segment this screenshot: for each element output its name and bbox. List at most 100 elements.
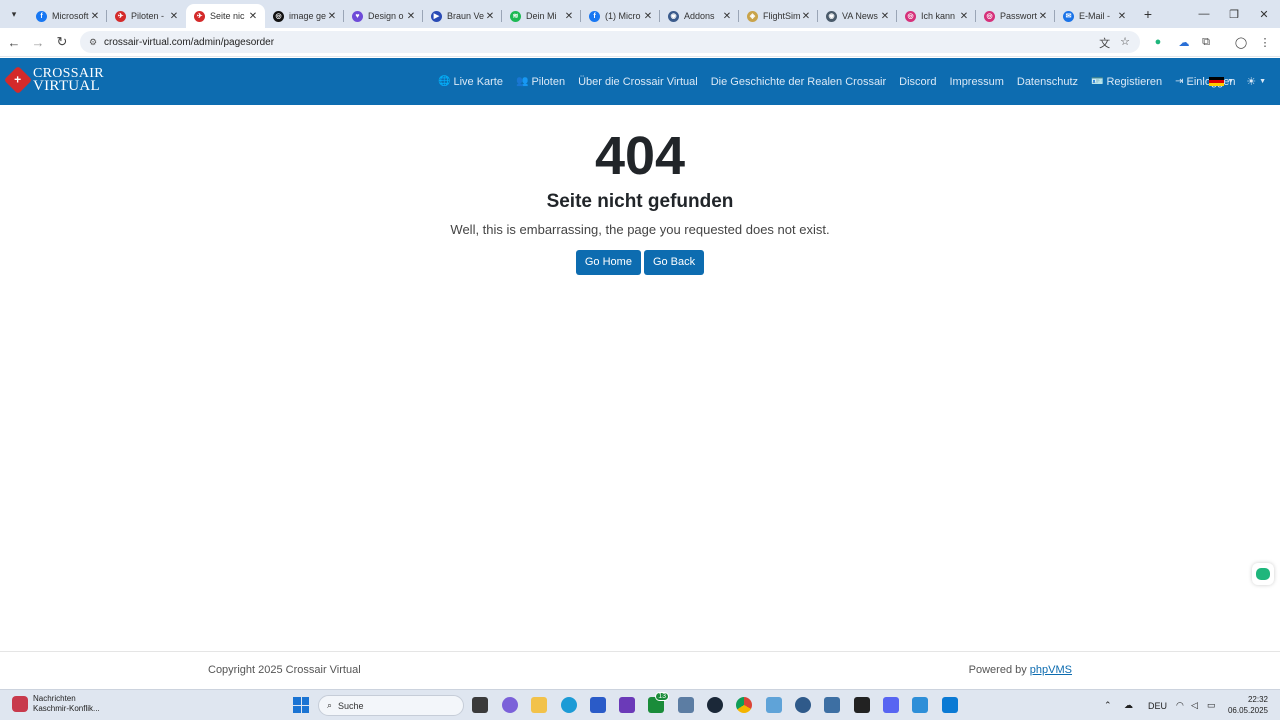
tab-close-icon[interactable]: ✕ (879, 11, 891, 22)
chrome-icon[interactable] (736, 697, 752, 713)
phpvms-link[interactable]: phpVMS (1030, 664, 1072, 676)
profile-icon[interactable]: ◯ (1232, 33, 1250, 51)
app-icon[interactable] (912, 697, 928, 713)
tab-close-icon[interactable]: ✕ (800, 11, 812, 22)
tab-title: E-Mail - (1079, 11, 1110, 21)
browser-tab[interactable]: ◉ Addons ✕ (659, 4, 739, 28)
edge-icon[interactable] (561, 697, 577, 713)
browser-tab[interactable]: ◎ Passwort ✕ (975, 4, 1055, 28)
tab-close-icon[interactable]: ✕ (563, 11, 575, 22)
tab-favicon-icon: ✈ (115, 10, 126, 22)
news-widget[interactable]: Nachrichten Kaschmir-Konflik... (12, 694, 100, 714)
site-info-icon[interactable]: ⚙ (86, 37, 100, 48)
nav-link-geschichte[interactable]: Die Geschichte der Realen Crossair (711, 76, 886, 88)
minimize-icon[interactable]: — (1188, 0, 1220, 28)
store-icon[interactable] (590, 697, 606, 713)
tab-favicon-icon: ✉ (1063, 10, 1074, 22)
file-explorer-icon[interactable] (531, 697, 547, 713)
app-icon[interactable] (619, 697, 635, 713)
window-close-icon[interactable]: ✕ (1248, 0, 1280, 28)
tab-favicon-icon: ≋ (510, 10, 521, 22)
tab-title: FlightSim (763, 11, 800, 21)
browser-tab[interactable]: ◎ Ich kann ✕ (896, 4, 976, 28)
browser-tab[interactable]: ◈ FlightSim ✕ (738, 4, 818, 28)
wifi-icon[interactable]: ◠ (1176, 690, 1184, 720)
tab-close-icon[interactable]: ✕ (89, 11, 101, 22)
language-dropdown[interactable]: ▼ (1209, 76, 1234, 87)
windows-start-icon[interactable] (293, 697, 309, 713)
tab-close-icon[interactable]: ✕ (1116, 11, 1128, 22)
sun-icon: ☀ (1246, 76, 1257, 88)
nav-link-piloten[interactable]: 👥 Piloten (516, 76, 565, 88)
back-arrow-icon[interactable]: ← (2, 30, 26, 54)
taskbar-clock[interactable]: 22:32 06.05.2025 (1228, 694, 1268, 716)
nav-link-label: Datenschutz (1016, 75, 1079, 88)
tab-search-chevron-icon[interactable]: ▾ (6, 6, 22, 22)
address-bar[interactable]: ⚙ crossair-virtual.com/admin/pagesorder … (80, 31, 1140, 53)
tab-close-icon[interactable]: ✕ (405, 11, 417, 22)
tab-close-icon[interactable]: ✕ (958, 11, 970, 22)
nav-link-impressum[interactable]: Impressum (949, 76, 1003, 88)
extension-cloud-icon[interactable]: ☁ (1175, 33, 1193, 51)
nav-link-discord[interactable]: Discord (899, 76, 936, 88)
task-view-icon[interactable] (472, 697, 488, 713)
copilot-icon[interactable] (502, 697, 518, 713)
restore-icon[interactable]: ❐ (1218, 0, 1250, 28)
xbox-badge: 13 (655, 692, 669, 701)
clock-date: 06.05.2025 (1227, 706, 1268, 715)
xbox-icon[interactable]: 13 (648, 692, 669, 713)
language-indicator[interactable]: DEU (1148, 690, 1167, 720)
browser-tab[interactable]: ♥ Design o ✕ (343, 4, 423, 28)
tab-favicon-icon: ♥ (352, 10, 363, 22)
menu-kebab-icon[interactable]: ⋮ (1256, 33, 1274, 51)
tray-chevron-icon[interactable]: ⌃ (1104, 690, 1112, 720)
app-icon[interactable] (678, 697, 694, 713)
battery-icon[interactable]: ▭ (1207, 690, 1216, 720)
reload-icon[interactable]: ↻ (50, 30, 74, 54)
extensions-puzzle-icon[interactable]: ⧉ (1197, 33, 1215, 51)
tab-close-icon[interactable]: ✕ (1037, 11, 1049, 22)
new-tab-button[interactable]: + (1140, 6, 1156, 22)
tab-close-icon[interactable]: ✕ (721, 11, 733, 22)
tab-favicon-icon: ▶ (431, 10, 442, 22)
browser-tab[interactable]: f Microsoft ✕ (28, 4, 107, 28)
browser-tab[interactable]: ◎ image ge ✕ (265, 4, 344, 28)
translate-icon[interactable]: 文 (1099, 35, 1110, 51)
volume-icon[interactable]: ◁ (1191, 690, 1198, 720)
browser-tab[interactable]: ≋ Dein Mi ✕ (501, 4, 581, 28)
tab-close-icon[interactable]: ✕ (247, 11, 259, 22)
tab-close-icon[interactable]: ✕ (168, 11, 180, 22)
browser-tab[interactable]: f (1) Micro ✕ (580, 4, 660, 28)
app-icon[interactable] (854, 697, 870, 713)
nav-link-datenschutz[interactable]: Datenschutz (1017, 76, 1078, 88)
browser-tab[interactable]: ✉ E-Mail - ✕ (1054, 4, 1134, 28)
nav-link-registieren[interactable]: 🪪 Registieren (1091, 76, 1162, 88)
nav-link-live-karte[interactable]: 🌐 Live Karte (438, 76, 503, 88)
go-back-button[interactable]: Go Back (643, 250, 705, 275)
tab-title: Microsoft (52, 11, 89, 21)
headset-icon[interactable] (795, 697, 811, 713)
tab-close-icon[interactable]: ✕ (326, 11, 338, 22)
theme-dropdown[interactable]: ☀ ▼ (1246, 75, 1266, 88)
steam-icon[interactable] (707, 697, 723, 713)
browser-tab[interactable]: ▶ Braun Ve ✕ (422, 4, 502, 28)
app-icon[interactable] (766, 697, 782, 713)
tab-close-icon[interactable]: ✕ (484, 11, 496, 22)
go-home-button[interactable]: Go Home (575, 250, 641, 275)
vscode-icon[interactable] (942, 697, 958, 713)
bookmark-star-icon[interactable]: ☆ (1120, 35, 1130, 51)
browser-tab[interactable]: ✈ Seite nic ✕ (186, 4, 265, 28)
app-icon[interactable] (824, 697, 840, 713)
tab-close-icon[interactable]: ✕ (642, 11, 654, 22)
chat-widget-icon[interactable] (1252, 563, 1274, 585)
taskbar-search[interactable]: ⌕ Suche (318, 695, 464, 716)
forward-arrow-icon[interactable]: → (26, 30, 50, 54)
nav-link-ueber[interactable]: Über die Crossair Virtual (578, 76, 698, 88)
browser-tab[interactable]: ◉ VA News ✕ (817, 4, 897, 28)
browser-tab[interactable]: ✈ Piloten - ✕ (106, 4, 186, 28)
discord-icon[interactable] (883, 697, 899, 713)
extension-chat-icon[interactable]: ● (1149, 33, 1167, 51)
browser-toolbar: ← → ↻ ⚙ crossair-virtual.com/admin/pages… (0, 28, 1280, 57)
onedrive-icon[interactable]: ☁ (1124, 690, 1133, 720)
crossair-logo[interactable]: + CROSSAIR VIRTUAL (3, 65, 104, 95)
